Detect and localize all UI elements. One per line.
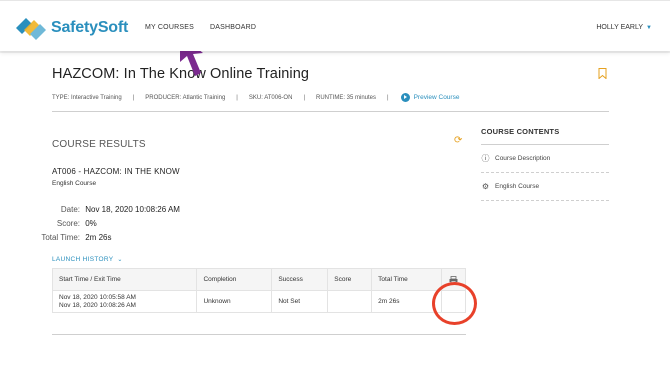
launch-history-label: LAUNCH HISTORY	[52, 256, 114, 263]
top-navbar: SafetySoft MY COURSES DASHBOARD HOLLY EA…	[0, 0, 670, 51]
stat-score: Score: 0%	[32, 219, 97, 228]
cell-total-time: 2m 26s	[371, 290, 442, 313]
start-time: Nov 18, 2020 10:05:58 AM	[59, 293, 136, 301]
user-name: HOLLY EARLY	[596, 24, 644, 31]
brand-logo[interactable]: SafetySoft	[14, 15, 128, 41]
stat-date-label: Date:	[60, 205, 80, 214]
sidebar-item-label: Course Description	[495, 155, 551, 162]
meta-producer: PRODUCER: Atlantic Training	[145, 94, 226, 101]
sidebar-item-label: English Course	[495, 183, 540, 190]
course-language: English Course	[52, 180, 97, 187]
sidebar-item-english-course[interactable]: ⚙ English Course	[481, 173, 609, 201]
stat-time-label: Total Time:	[41, 233, 80, 242]
meta-separator: |	[303, 94, 305, 101]
nav-dashboard[interactable]: DASHBOARD	[210, 24, 256, 31]
meta-type: TYPE: Interactive Training	[52, 94, 122, 101]
play-icon	[400, 93, 410, 102]
meta-runtime: RUNTIME: 35 minutes	[316, 94, 377, 101]
meta-separator: |	[236, 94, 238, 101]
divider	[52, 334, 466, 335]
meta-separator: |	[132, 94, 135, 101]
course-contents-heading: COURSE CONTENTS	[481, 127, 560, 136]
gears-icon: ⚙	[481, 182, 490, 191]
cell-score	[327, 290, 373, 313]
preview-course-link[interactable]: Preview Course	[400, 93, 460, 102]
info-icon: ⓘ	[481, 154, 490, 163]
cell-success: Not Set	[271, 290, 329, 313]
sidebar-item-course-description[interactable]: ⓘ Course Description	[481, 145, 609, 173]
cell-start-exit: Nov 18, 2020 10:05:58 AM Nov 18, 2020 10…	[51, 290, 198, 313]
brand-name: SafetySoft	[51, 19, 129, 36]
nav-my-courses[interactable]: MY COURSES	[145, 24, 194, 31]
meta-separator: |	[387, 94, 389, 101]
safetysoft-logo-icon	[16, 18, 46, 40]
col-total-time: Total Time	[371, 268, 442, 291]
course-code: AT006 - HAZCOM: IN THE KNOW	[52, 167, 180, 176]
stat-date: Date: Nov 18, 2020 10:08:26 AM	[32, 205, 180, 214]
col-success: Success	[271, 268, 329, 291]
col-completion: Completion	[196, 268, 273, 291]
stat-score-label: Score:	[56, 219, 80, 228]
stat-time-value: 2m 26s	[85, 233, 112, 242]
chevron-down-icon: ▼	[646, 24, 652, 31]
refresh-icon[interactable]: ⟳	[454, 135, 462, 146]
col-score: Score	[327, 268, 373, 291]
col-start-exit: Start Time / Exit Time	[51, 268, 198, 291]
divider	[52, 111, 609, 112]
user-menu[interactable]: HOLLY EARLY ▼	[596, 24, 652, 31]
annotation-circle	[432, 282, 477, 325]
table-row: Nov 18, 2020 10:05:58 AM Nov 18, 2020 10…	[51, 290, 467, 313]
bookmark-icon[interactable]	[598, 68, 607, 79]
launch-history-table: Start Time / Exit Time Completion Succes…	[51, 268, 467, 313]
stat-total-time: Total Time: 2m 26s	[32, 233, 111, 242]
stat-date-value: Nov 18, 2020 10:08:26 AM	[85, 205, 180, 214]
preview-course-label: Preview Course	[413, 94, 460, 101]
course-results-heading: COURSE RESULTS	[52, 139, 146, 150]
table-header-row: Start Time / Exit Time Completion Succes…	[51, 268, 467, 291]
cell-completion: Unknown	[196, 290, 273, 313]
header-divider	[0, 51, 670, 53]
course-meta: TYPE: Interactive Training | PRODUCER: A…	[52, 93, 459, 102]
launch-history-toggle[interactable]: LAUNCH HISTORY ⌄	[52, 256, 123, 263]
meta-sku: SKU: AT006-ON	[248, 94, 293, 101]
exit-time: Nov 18, 2020 10:08:26 AM	[59, 301, 136, 309]
chevron-down-icon: ⌄	[117, 257, 123, 263]
stat-score-value: 0%	[85, 219, 97, 228]
